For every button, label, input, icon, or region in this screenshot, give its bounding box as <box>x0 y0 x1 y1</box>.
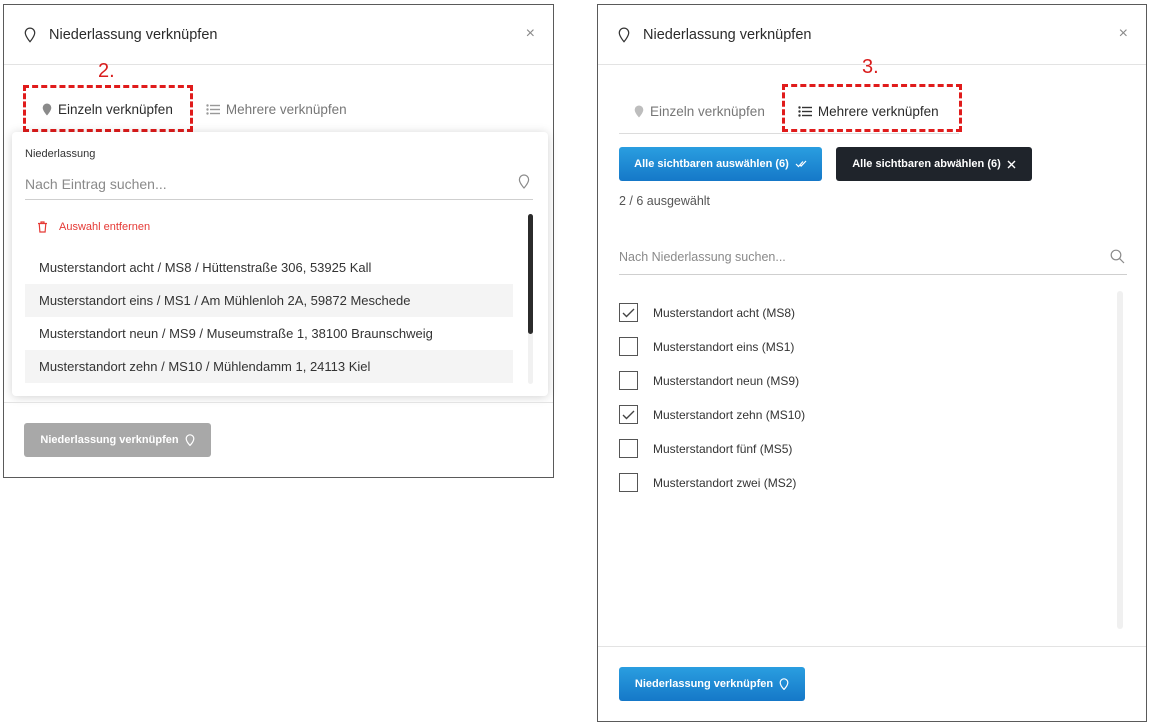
link-branch-dialog-single: Niederlassung verknüpfen × 2. Einzeln ve… <box>3 4 554 478</box>
screenshot-stage: Niederlassung verknüpfen × 2. Einzeln ve… <box>0 0 1150 725</box>
selection-count: 2 / 6 ausgewählt <box>619 194 711 208</box>
tab-multi-link[interactable]: Mehrere verknüpfen <box>798 104 939 119</box>
location-pin-icon <box>618 26 630 43</box>
checkbox-label: Musterstandort neun (MS9) <box>653 373 800 388</box>
tab-single-link[interactable]: Einzeln verknüpfen <box>42 102 173 117</box>
button-label: Alle sichtbaren abwählen (6) <box>852 158 1001 170</box>
select-all-visible-button[interactable]: Alle sichtbaren auswählen (6) <box>619 147 822 181</box>
checkbox-label: Musterstandort fünf (MS5) <box>653 441 793 456</box>
checkbox-label: Musterstandort zehn (MS10) <box>653 407 806 422</box>
list-item[interactable]: Musterstandort eins / MS1 / Am Mühlenloh… <box>25 284 513 317</box>
checkbox-item[interactable]: Musterstandort zwei (MS2) <box>619 473 796 492</box>
checkbox-label: Musterstandort zwei (MS2) <box>653 475 797 490</box>
checkbox-item[interactable]: Musterstandort neun (MS9) <box>619 371 799 390</box>
tab-bar: Einzeln verknüpfen Mehrere verknüpfen <box>634 104 939 119</box>
checkbox[interactable] <box>619 405 638 424</box>
checkbox-item[interactable]: Musterstandort fünf (MS5) <box>619 439 792 458</box>
scrollbar-track[interactable] <box>1117 291 1123 629</box>
checkbox[interactable] <box>619 371 638 390</box>
tab-label: Einzeln verknüpfen <box>58 102 173 117</box>
button-label: Niederlassung verknüpfen <box>40 434 179 446</box>
checkbox[interactable] <box>619 473 638 492</box>
remove-selection-button[interactable]: Auswahl entfernen <box>37 221 150 233</box>
checkbox[interactable] <box>619 439 638 458</box>
tab-underline <box>619 133 959 134</box>
list-icon <box>206 104 220 115</box>
field-label: Niederlassung <box>25 148 96 160</box>
tab-label: Mehrere verknüpfen <box>225 102 347 117</box>
location-pin-icon <box>24 26 36 43</box>
list-icon <box>798 106 812 117</box>
list-item[interactable]: Musterstandort zehn / MS10 / Mühlendamm … <box>25 350 513 383</box>
link-branch-button[interactable]: Niederlassung verknüpfen <box>619 667 805 701</box>
close-icon[interactable]: × <box>526 25 535 43</box>
checkbox-label: Musterstandort eins (MS1) <box>653 339 795 354</box>
button-label: Alle sichtbaren auswählen (6) <box>634 158 789 170</box>
check-icon <box>622 308 635 317</box>
footer-divider <box>4 402 553 403</box>
checkbox-item[interactable]: Musterstandort acht (MS8) <box>619 303 795 322</box>
checkbox-item[interactable]: Musterstandort zehn (MS10) <box>619 405 805 424</box>
search-icon <box>1110 249 1125 264</box>
link-branch-button[interactable]: Niederlassung verknüpfen <box>24 423 211 457</box>
deselect-all-visible-button[interactable]: Alle sichtbaren abwählen (6) <box>836 147 1032 181</box>
close-icon <box>1007 160 1016 168</box>
checkbox-label: Musterstandort acht (MS8) <box>653 305 796 320</box>
branch-search-input[interactable] <box>619 239 1127 275</box>
branch-dropdown: Niederlassung Auswahl entfernen Musterst… <box>12 132 548 396</box>
link-branch-dialog-multi: Niederlassung verknüpfen × 3. Einzeln ve… <box>597 4 1147 722</box>
tab-label: Mehrere verknüpfen <box>817 104 939 119</box>
step-annotation: 2. <box>98 60 115 82</box>
checkbox[interactable] <box>619 303 638 322</box>
step-annotation: 3. <box>862 56 879 78</box>
trash-icon <box>38 221 47 233</box>
location-pin-icon <box>779 678 789 690</box>
list-item[interactable]: Musterstandort acht / MS8 / Hüttenstraße… <box>25 251 513 284</box>
scrollbar-thumb[interactable] <box>528 214 533 334</box>
location-pin-icon <box>518 174 530 189</box>
dialog-title: Niederlassung verknüpfen <box>49 26 218 43</box>
tab-multi-link[interactable]: Mehrere verknüpfen <box>206 102 347 117</box>
branch-search-input[interactable] <box>25 168 533 200</box>
double-check-icon <box>795 160 807 168</box>
location-pin-icon <box>42 103 52 116</box>
list-item[interactable]: Musterstandort neun / MS9 / Museumstraße… <box>25 317 513 350</box>
check-icon <box>622 410 635 419</box>
dialog-title: Niederlassung verknüpfen <box>643 26 812 43</box>
location-pin-icon <box>185 434 194 446</box>
remove-selection-label: Auswahl entfernen <box>59 221 151 233</box>
close-icon[interactable]: × <box>1119 25 1128 43</box>
tab-bar: Einzeln verknüpfen Mehrere verknüpfen <box>42 102 347 117</box>
dialog-header: Niederlassung verknüpfen <box>4 5 553 65</box>
button-label: Niederlassung verknüpfen <box>634 678 774 690</box>
location-pin-icon <box>634 105 644 118</box>
footer-divider <box>598 646 1146 647</box>
tab-label: Einzeln verknüpfen <box>650 104 765 119</box>
checkbox[interactable] <box>619 337 638 356</box>
checkbox-item[interactable]: Musterstandort eins (MS1) <box>619 337 794 356</box>
tab-single-link[interactable]: Einzeln verknüpfen <box>634 104 765 119</box>
